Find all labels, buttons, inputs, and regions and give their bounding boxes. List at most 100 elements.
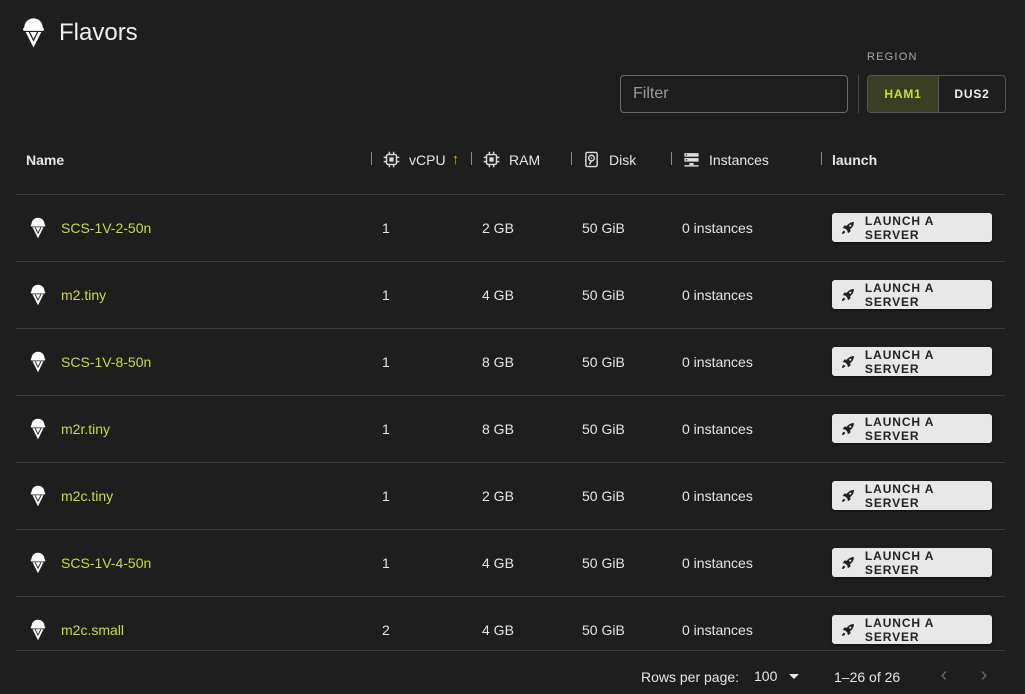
ram-cell: 2 GB — [482, 488, 514, 504]
disk-cell: 50 GiB — [582, 488, 625, 504]
instances-cell: 0 instances — [682, 488, 753, 504]
launch-server-button[interactable]: LAUNCH A SERVER — [832, 481, 992, 510]
flavor-name-link[interactable]: m2.tiny — [61, 287, 106, 303]
region-button-dus2[interactable]: DUS2 — [939, 76, 1005, 112]
chevron-left-icon: ‹ — [940, 663, 948, 686]
column-separator — [821, 152, 822, 165]
instances-cell: 0 instances — [682, 287, 753, 303]
filter-input[interactable] — [621, 76, 847, 112]
column-header-instances[interactable]: Instances — [683, 125, 769, 194]
table-header: Name vCPU ↑ RAM Disk Instances launch — [16, 125, 1005, 195]
column-separator — [671, 152, 672, 165]
server-icon — [683, 151, 700, 168]
icecream-icon — [29, 418, 47, 440]
column-header-launch: launch — [832, 151, 878, 168]
icecream-icon — [29, 351, 47, 373]
disk-cell: 50 GiB — [582, 354, 625, 370]
column-separator — [571, 152, 572, 165]
ram-cell: 4 GB — [482, 555, 514, 571]
table-row: SCS-1V-4-50n 1 4 GB 50 GiB 0 instances L… — [16, 530, 1005, 597]
rocket-icon — [840, 354, 856, 370]
region-toggle-group: HAM1 DUS2 — [867, 75, 1006, 113]
rocket-icon — [840, 220, 856, 236]
flavor-name-link[interactable]: SCS-1V-2-50n — [61, 220, 151, 236]
rocket-icon — [840, 287, 856, 303]
vcpu-cell: 1 — [382, 354, 390, 370]
disk-cell: 50 GiB — [582, 220, 625, 236]
sort-ascending-icon[interactable]: ↑ — [452, 151, 460, 168]
disk-cell: 50 GiB — [582, 421, 625, 437]
column-separator — [371, 152, 372, 165]
launch-server-button[interactable]: LAUNCH A SERVER — [832, 347, 992, 376]
table-row: SCS-1V-8-50n 1 8 GB 50 GiB 0 instances L… — [16, 329, 1005, 396]
instances-cell: 0 instances — [682, 220, 753, 236]
launch-server-button[interactable]: LAUNCH A SERVER — [832, 414, 992, 443]
table-footer: Rows per page: 100 1–26 of 26 ‹ › — [16, 650, 1005, 694]
rows-per-page-select[interactable]: 100 — [754, 668, 800, 684]
vcpu-cell: 1 — [382, 421, 390, 437]
rocket-icon — [840, 421, 856, 437]
column-header-disk[interactable]: Disk — [583, 125, 636, 194]
toolbar-divider — [858, 75, 859, 113]
disk-cell: 50 GiB — [582, 555, 625, 571]
table-row: m2.tiny 1 4 GB 50 GiB 0 instances LAUNCH… — [16, 262, 1005, 329]
launch-server-button[interactable]: LAUNCH A SERVER — [832, 615, 992, 644]
flavor-name-link[interactable]: SCS-1V-4-50n — [61, 555, 151, 571]
region-label: REGION — [867, 51, 918, 63]
region-button-ham1[interactable]: HAM1 — [868, 76, 939, 112]
name-cell: SCS-1V-8-50n — [29, 329, 151, 395]
previous-page-button[interactable]: ‹ — [934, 663, 954, 686]
ram-cell: 8 GB — [482, 354, 514, 370]
name-cell: m2.tiny — [29, 262, 106, 328]
column-header-vcpu[interactable]: vCPU ↑ — [383, 125, 459, 194]
name-cell: m2c.tiny — [29, 463, 113, 529]
pagination-range: 1–26 of 26 — [834, 669, 901, 685]
page-header: Flavors — [21, 17, 138, 49]
icecream-icon — [29, 619, 47, 641]
column-separator — [471, 152, 472, 165]
memory-chip-icon — [483, 151, 500, 168]
vcpu-cell: 1 — [382, 220, 390, 236]
icecream-icon — [29, 485, 47, 507]
page-title: Flavors — [59, 19, 138, 46]
launch-server-button[interactable]: LAUNCH A SERVER — [832, 548, 992, 577]
chevron-right-icon: › — [980, 663, 988, 686]
icecream-icon — [21, 17, 46, 49]
flavors-table: Name vCPU ↑ RAM Disk Instances launch SC… — [16, 125, 1005, 664]
name-cell: m2r.tiny — [29, 396, 110, 462]
vcpu-cell: 1 — [382, 555, 390, 571]
harddisk-icon — [583, 151, 600, 168]
ram-cell: 2 GB — [482, 220, 514, 236]
flavor-name-link[interactable]: m2c.small — [61, 622, 124, 638]
launch-server-button[interactable]: LAUNCH A SERVER — [832, 280, 992, 309]
name-cell: SCS-1V-2-50n — [29, 195, 151, 261]
rocket-icon — [840, 488, 856, 504]
vcpu-cell: 1 — [382, 488, 390, 504]
ram-cell: 4 GB — [482, 287, 514, 303]
instances-cell: 0 instances — [682, 421, 753, 437]
table-body: SCS-1V-2-50n 1 2 GB 50 GiB 0 instances L… — [16, 195, 1005, 664]
column-header-ram[interactable]: RAM — [483, 125, 540, 194]
instances-cell: 0 instances — [682, 354, 753, 370]
table-row: m2r.tiny 1 8 GB 50 GiB 0 instances LAUNC… — [16, 396, 1005, 463]
table-row: SCS-1V-2-50n 1 2 GB 50 GiB 0 instances L… — [16, 195, 1005, 262]
rocket-icon — [840, 555, 856, 571]
flavor-name-link[interactable]: SCS-1V-8-50n — [61, 354, 151, 370]
instances-cell: 0 instances — [682, 555, 753, 571]
icecream-icon — [29, 552, 47, 574]
next-page-button[interactable]: › — [974, 663, 994, 686]
filter-field[interactable] — [620, 75, 848, 113]
launch-server-button[interactable]: LAUNCH A SERVER — [832, 213, 992, 242]
caret-down-icon — [789, 673, 800, 679]
column-header-name[interactable]: Name — [26, 125, 64, 194]
table-row: m2c.tiny 1 2 GB 50 GiB 0 instances LAUNC… — [16, 463, 1005, 530]
icecream-icon — [29, 217, 47, 239]
flavor-name-link[interactable]: m2r.tiny — [61, 421, 110, 437]
name-cell: SCS-1V-4-50n — [29, 530, 151, 596]
disk-cell: 50 GiB — [582, 287, 625, 303]
cpu-icon — [383, 151, 400, 168]
rows-per-page-label: Rows per page: — [641, 669, 740, 685]
vcpu-cell: 1 — [382, 287, 390, 303]
icecream-icon — [29, 284, 47, 306]
flavor-name-link[interactable]: m2c.tiny — [61, 488, 113, 504]
